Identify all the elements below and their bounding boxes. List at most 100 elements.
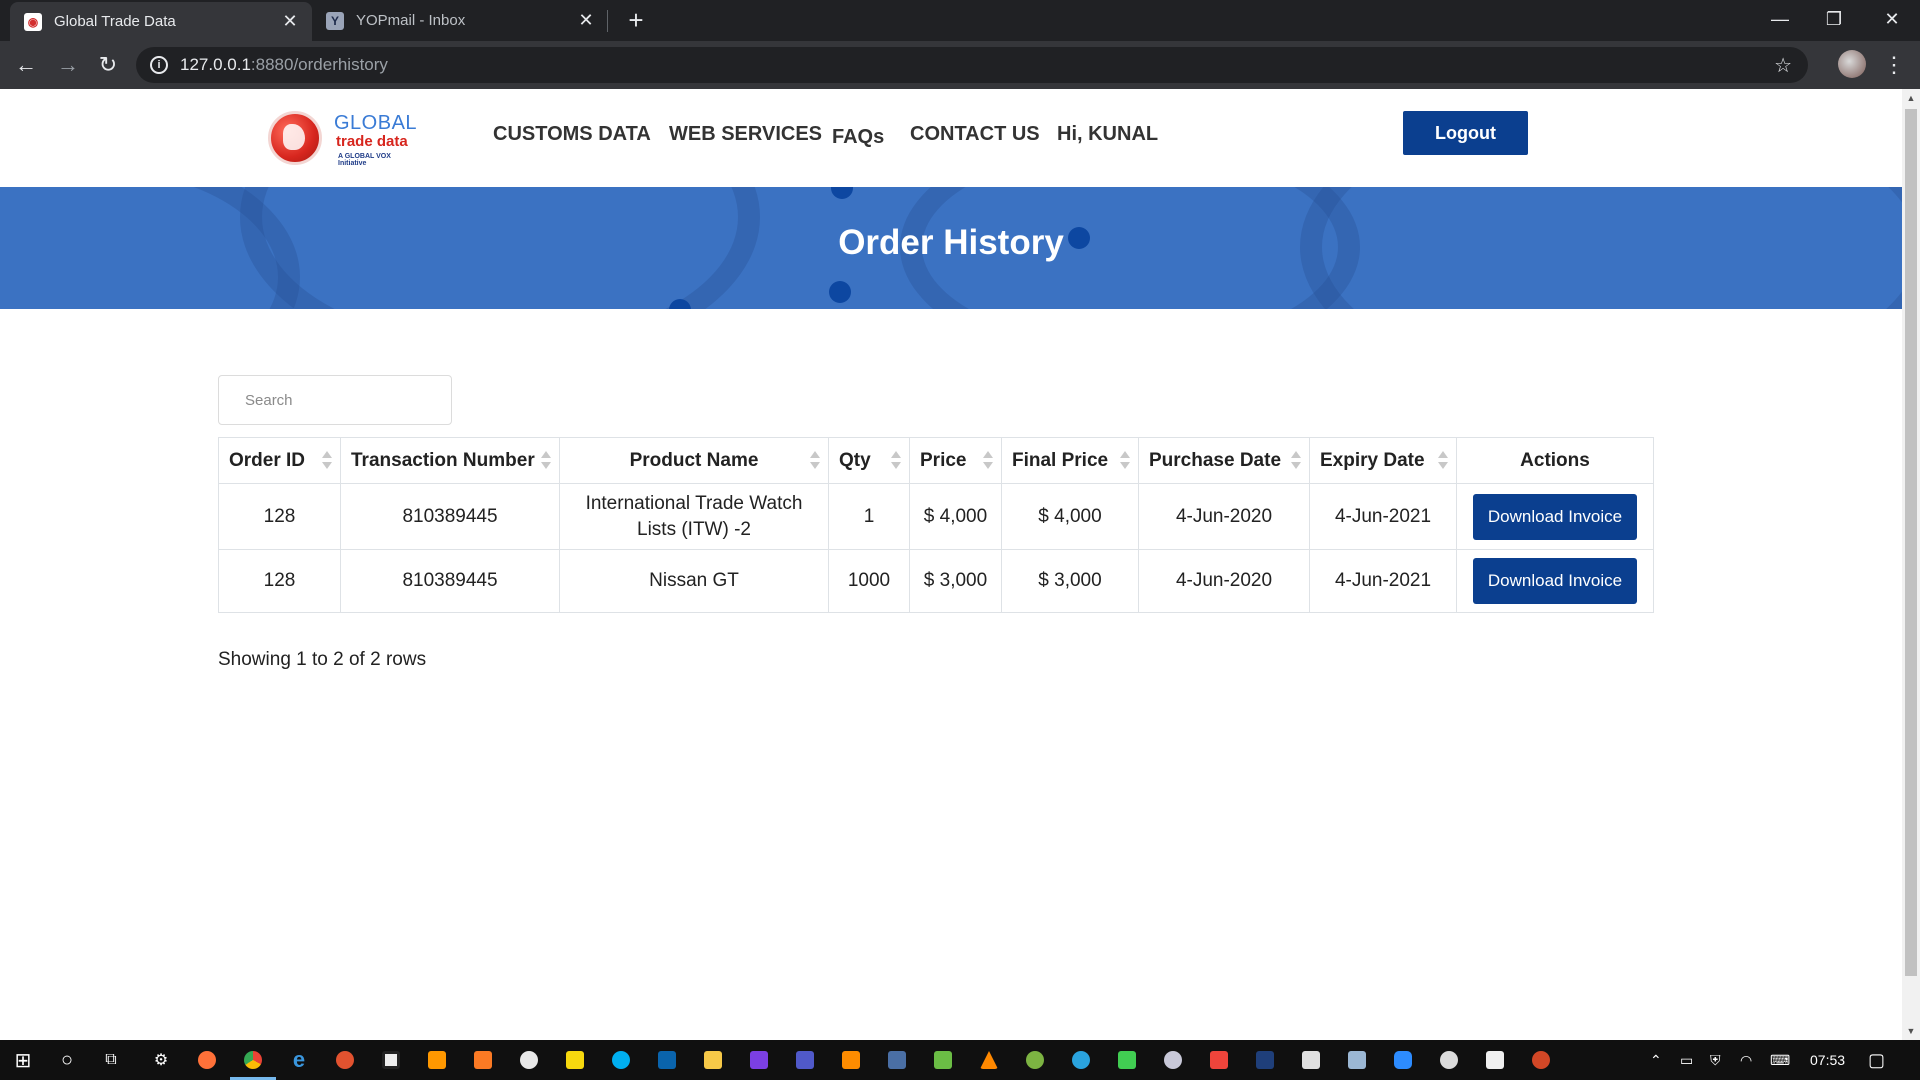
column-header-label: Qty: [839, 449, 871, 471]
logo-text-trade-data: trade data: [336, 133, 408, 150]
keyboard-icon[interactable]: ⌨: [1770, 1040, 1790, 1080]
app-h-icon[interactable]: [1296, 1045, 1326, 1075]
ide-icon[interactable]: [744, 1045, 774, 1075]
firefox-icon[interactable]: [192, 1045, 222, 1075]
xampp-icon[interactable]: [468, 1045, 498, 1075]
forward-icon[interactable]: →: [52, 49, 84, 81]
new-tab-icon[interactable]: +: [622, 5, 650, 35]
close-icon[interactable]: ✕: [574, 9, 598, 33]
app-white-icon[interactable]: [1480, 1045, 1510, 1075]
app-red-icon[interactable]: [330, 1045, 360, 1075]
app-orange-icon[interactable]: [836, 1045, 866, 1075]
app-torrent-icon[interactable]: [1020, 1045, 1050, 1075]
url-path: :8880/orderhistory: [250, 55, 388, 74]
windows-start-icon[interactable]: ⊞: [8, 1045, 38, 1075]
logout-button[interactable]: Logout: [1403, 111, 1528, 155]
nav-customs-data[interactable]: CUSTOMS DATA: [493, 123, 651, 146]
telegram-icon[interactable]: [1066, 1045, 1096, 1075]
scroll-up-icon[interactable]: ▲: [1906, 93, 1916, 103]
bookmark-star-icon[interactable]: ☆: [1774, 53, 1792, 78]
skype-icon[interactable]: [606, 1045, 636, 1075]
tab-yopmail[interactable]: Y YOPmail - Inbox ✕: [314, 0, 608, 41]
sort-icon: [1438, 451, 1448, 471]
nav-web-services[interactable]: WEB SERVICES: [669, 123, 822, 146]
tab-global-trade-data[interactable]: ◉ Global Trade Data ✕: [10, 2, 312, 41]
site-logo[interactable]: GLOBAL trade data A GLOBAL VOX Initiativ…: [268, 109, 418, 169]
table-header-row: Order ID Transaction Number Product Name…: [218, 437, 1654, 484]
cell-order-id: 128: [218, 549, 341, 613]
nav-contact-us[interactable]: CONTACT US: [910, 123, 1040, 146]
wifi-icon[interactable]: ◠: [1740, 1040, 1752, 1080]
terminal-icon[interactable]: [376, 1045, 406, 1075]
security-shield-icon[interactable]: ⛨: [1710, 1040, 1721, 1080]
column-header-expiry-date[interactable]: Expiry Date: [1309, 437, 1457, 484]
task-view-icon[interactable]: ⧉: [96, 1045, 126, 1075]
zoom-icon[interactable]: [1388, 1045, 1418, 1075]
sort-icon: [541, 451, 551, 471]
cell-actions: Download Invoice: [1456, 549, 1654, 613]
globe-favicon-icon: ◉: [24, 12, 42, 31]
app-gray-icon[interactable]: [1158, 1045, 1188, 1075]
download-invoice-button[interactable]: Download Invoice: [1472, 558, 1638, 604]
nav-faqs[interactable]: FAQs: [832, 126, 884, 149]
vlc-icon[interactable]: [974, 1045, 1004, 1075]
column-header-purchase-date[interactable]: Purchase Date: [1138, 437, 1310, 484]
cell-product-name: International Trade Watch Lists (ITW) -2: [559, 483, 829, 550]
reload-icon[interactable]: ↻: [92, 49, 124, 81]
banner-dot: [829, 281, 851, 303]
app-navy-icon[interactable]: [1250, 1045, 1280, 1075]
minimize-icon[interactable]: —: [1752, 0, 1808, 38]
profile-avatar[interactable]: [1838, 50, 1866, 78]
powerpoint-icon[interactable]: [1526, 1045, 1556, 1075]
search-input[interactable]: [218, 375, 452, 425]
column-header-final-price[interactable]: Final Price: [1001, 437, 1139, 484]
scroll-thumb[interactable]: [1905, 109, 1917, 976]
nav-user-greeting[interactable]: Hi, KUNAL: [1057, 123, 1158, 146]
scroll-down-icon[interactable]: ▼: [1906, 1026, 1916, 1036]
tray-chevron-icon[interactable]: ⌃: [1650, 1040, 1662, 1080]
column-header-qty[interactable]: Qty: [828, 437, 910, 484]
close-window-icon[interactable]: ✕: [1864, 0, 1920, 38]
app-car-icon[interactable]: [514, 1045, 544, 1075]
edge-icon[interactable]: e: [284, 1045, 314, 1075]
info-icon[interactable]: i: [150, 56, 168, 74]
sublime-text-icon[interactable]: [422, 1045, 452, 1075]
download-invoice-button[interactable]: Download Invoice: [1472, 493, 1638, 540]
outlook-icon[interactable]: [652, 1045, 682, 1075]
cell-expiry-date: 4-Jun-2021: [1309, 549, 1457, 613]
teams-icon[interactable]: [790, 1045, 820, 1075]
pagination-info: Showing 1 to 2 of 2 rows: [218, 649, 427, 670]
menu-dots-icon[interactable]: ⋮: [1880, 49, 1908, 81]
back-icon[interactable]: ←: [10, 49, 42, 81]
sort-icon: [1291, 451, 1301, 471]
app-circle-icon[interactable]: [1434, 1045, 1464, 1075]
cell-purchase-date: 4-Jun-2020: [1138, 549, 1310, 613]
chrome-icon[interactable]: [238, 1045, 268, 1075]
file-explorer-icon[interactable]: [698, 1045, 728, 1075]
notification-icon[interactable]: ▢: [1868, 1040, 1885, 1080]
sticky-notes-icon[interactable]: [560, 1045, 590, 1075]
sort-icon: [983, 451, 993, 471]
column-header-price[interactable]: Price: [909, 437, 1002, 484]
cell-qty: 1: [828, 483, 910, 550]
app-green-icon[interactable]: [928, 1045, 958, 1075]
address-bar[interactable]: i 127.0.0.1:8880/orderhistory ☆: [136, 47, 1808, 83]
battery-icon[interactable]: ▭: [1680, 1040, 1693, 1080]
column-header-product-name[interactable]: Product Name: [559, 437, 829, 484]
close-icon[interactable]: ✕: [278, 10, 302, 34]
taskbar-clock[interactable]: 07:53: [1810, 1040, 1845, 1080]
app-shield-icon[interactable]: [1342, 1045, 1372, 1075]
restore-icon[interactable]: ❐: [1806, 0, 1862, 38]
column-header-label: Transaction Number: [351, 449, 535, 471]
column-header-order-id[interactable]: Order ID: [218, 437, 341, 484]
anydesk-icon[interactable]: [1204, 1045, 1234, 1075]
url-host: 127.0.0.1: [180, 55, 251, 74]
qt-icon[interactable]: [1112, 1045, 1142, 1075]
cell-purchase-date: 4-Jun-2020: [1138, 483, 1310, 550]
app-blue-icon[interactable]: [882, 1045, 912, 1075]
page-scrollbar[interactable]: ▲ ▼: [1902, 89, 1920, 1040]
cell-price: $ 3,000: [909, 549, 1002, 613]
search-circle-icon[interactable]: ○: [52, 1045, 82, 1075]
column-header-transaction-number[interactable]: Transaction Number: [340, 437, 560, 484]
settings-gear-icon[interactable]: ⚙: [146, 1045, 176, 1075]
